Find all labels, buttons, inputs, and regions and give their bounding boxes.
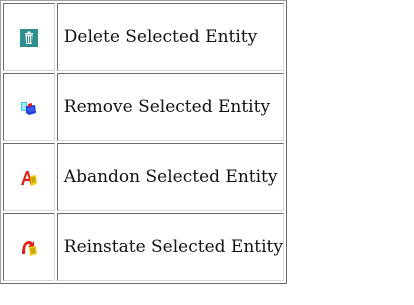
reinstate-entity-icon xyxy=(20,239,38,257)
entity-actions-table-wrapper: Delete Selected Entity Remove Selected E… xyxy=(0,0,287,284)
icon-cell-delete xyxy=(3,3,55,71)
label-abandon-selected-entity: Abandon Selected Entity xyxy=(56,143,284,211)
abandon-entity-icon xyxy=(20,169,38,187)
label-reinstate-selected-entity: Reinstate Selected Entity xyxy=(56,213,284,281)
entity-actions-table: Delete Selected Entity Remove Selected E… xyxy=(0,0,287,284)
icon-cell-reinstate xyxy=(3,213,55,281)
label-remove-selected-entity: Remove Selected Entity xyxy=(56,73,284,141)
table-row-remove: Remove Selected Entity xyxy=(3,73,284,141)
table-row-reinstate: Reinstate Selected Entity xyxy=(3,213,284,281)
icon-cell-remove xyxy=(3,73,55,141)
remove-entity-icon xyxy=(20,99,38,117)
table-row-delete: Delete Selected Entity xyxy=(3,3,284,71)
trash-can-icon xyxy=(19,28,38,47)
label-delete-selected-entity: Delete Selected Entity xyxy=(56,3,284,71)
table-row-abandon: Abandon Selected Entity xyxy=(3,143,284,211)
icon-cell-abandon xyxy=(3,143,55,211)
